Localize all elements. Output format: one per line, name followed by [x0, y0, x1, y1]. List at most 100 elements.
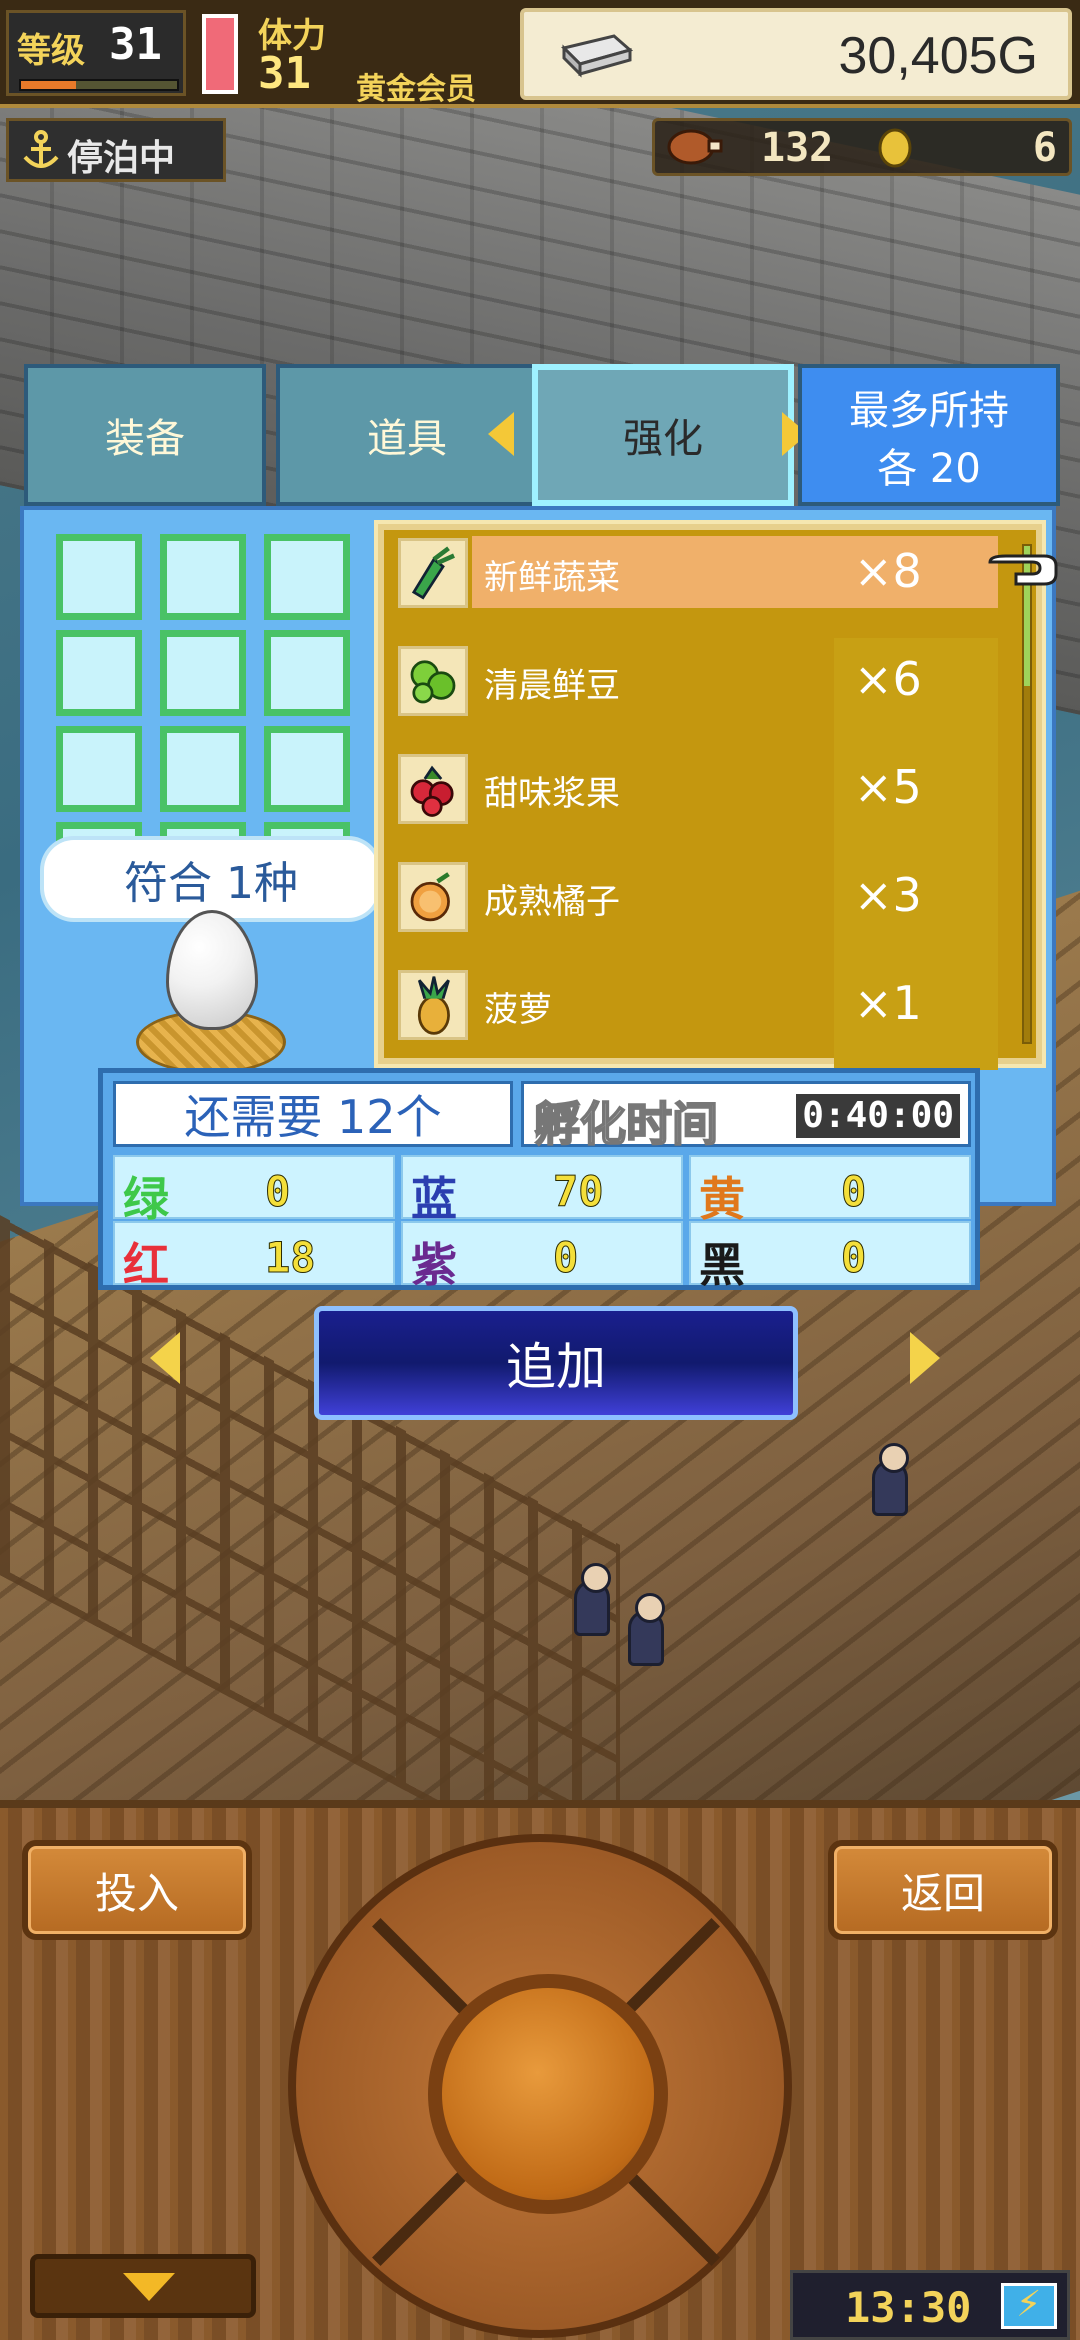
stat-red-label: 红: [123, 1238, 169, 1292]
max-hold-label: 最多所持: [849, 388, 1009, 434]
ingredient-slot[interactable]: [264, 534, 350, 620]
item-row[interactable]: 成熟橘子 ×3: [384, 854, 1024, 962]
gold-panel[interactable]: 30,405G: [520, 8, 1072, 100]
level-box: 等级 31: [6, 10, 186, 96]
ingredient-slot[interactable]: [264, 630, 350, 716]
member-badge: 黄金会员: [356, 72, 476, 107]
anchor-icon: [23, 130, 59, 168]
list-scrollbar[interactable]: [1022, 544, 1032, 1044]
crew-sprite: [574, 1563, 611, 1636]
match-count-bubble: 符合 1种: [44, 840, 378, 918]
item-quantity: ×3: [854, 868, 922, 922]
item-quantity: ×8: [854, 544, 922, 598]
stat-black: 黑 0: [689, 1221, 971, 1292]
xp-fill: [21, 81, 76, 89]
stat-green-value: 0: [264, 1167, 291, 1217]
stat-purple-label: 紫: [411, 1238, 457, 1292]
insert-button[interactable]: 投入: [22, 1840, 252, 1940]
top-hud: 等级 31 体力 31 黄金会员 30,405G: [0, 0, 1080, 108]
back-button[interactable]: 返回: [828, 1840, 1058, 1940]
ingredient-slot-grid: [56, 526, 366, 856]
tab-bar: 装备 道具 强化 最多所持 各 20: [20, 364, 1060, 506]
hatch-time-label: 孵化时间: [533, 1096, 719, 1152]
hand-pointer-icon: [988, 554, 1058, 586]
silver-ingot-icon: [561, 34, 634, 78]
clock-time: 13:30: [845, 2283, 972, 2332]
ingredient-slot[interactable]: [160, 630, 246, 716]
item-quantity: ×6: [854, 652, 922, 706]
item-list: 新鲜蔬菜 ×8 清晨鲜豆 ×6 甜味浆果 ×5 成熟橘子 ×3 菠萝 ×1: [378, 524, 1042, 1070]
clock-display: 13:30: [790, 2270, 1070, 2340]
stat-blue-value: 70: [553, 1167, 605, 1217]
stat-yellow-label: 黄: [699, 1172, 745, 1226]
item-quantity: ×5: [854, 760, 922, 814]
dpad-center-button[interactable]: [428, 1974, 668, 2214]
max-hold-value: 各 20: [877, 446, 981, 492]
item-row[interactable]: 新鲜蔬菜 ×8: [384, 530, 1024, 638]
hatch-time-box: 孵化时间 0:40:00: [521, 1081, 971, 1152]
stamina-value: 31: [258, 48, 311, 99]
stat-red: 红 18: [113, 1221, 395, 1292]
stat-purple: 紫 0: [401, 1221, 683, 1292]
pineapple-icon: [398, 970, 468, 1040]
item-row[interactable]: 清晨鲜豆 ×6: [384, 638, 1024, 746]
orange-icon: [398, 862, 468, 932]
hatch-stats-box: 还需要 12个 孵化时间 0:40:00 绿 0 蓝 70 黄 0 红 18 紫…: [98, 1068, 980, 1292]
stat-yellow-value: 0: [840, 1167, 867, 1217]
xp-bar: [19, 79, 179, 91]
tab-equipment[interactable]: 装备: [24, 364, 266, 506]
add-button[interactable]: 追加: [314, 1306, 798, 1420]
stat-purple-value: 0: [552, 1233, 579, 1283]
stat-green: 绿 0: [113, 1155, 395, 1226]
vegetable-icon: [398, 538, 468, 608]
hatch-time-value: 0:40:00: [796, 1094, 960, 1138]
bean-icon: [398, 646, 468, 716]
stat-blue: 蓝 70: [401, 1155, 683, 1226]
item-row[interactable]: 菠萝 ×1: [384, 962, 1024, 1070]
ingredient-slot[interactable]: [264, 726, 350, 812]
crew-sprite: [628, 1593, 665, 1666]
stat-green-label: 绿: [123, 1172, 169, 1226]
item-quantity: ×1: [854, 976, 922, 1030]
control-pad-area: 投入 返回 13:30: [0, 1800, 1080, 2340]
level-value: 31: [109, 19, 162, 70]
medal-coin-icon: [878, 128, 912, 168]
ingredient-slot[interactable]: [56, 726, 142, 812]
berry-icon: [398, 754, 468, 824]
ingredient-slot[interactable]: [56, 534, 142, 620]
item-name: 清晨鲜豆: [484, 666, 620, 706]
coin-count: 6: [1032, 125, 1057, 171]
dock-status-label: 停泊中: [67, 138, 176, 179]
item-name: 甜味浆果: [484, 774, 620, 814]
battery-charging-icon: [1001, 2283, 1057, 2329]
stat-black-value: 0: [840, 1233, 867, 1283]
stat-black-label: 黑: [699, 1238, 745, 1292]
down-arrow-button[interactable]: [30, 2254, 256, 2318]
egg-icon: [166, 910, 258, 1030]
item-name: 新鲜蔬菜: [484, 558, 620, 598]
ingredient-slot[interactable]: [160, 534, 246, 620]
prev-arrow-icon[interactable]: [150, 1332, 180, 1384]
level-label: 等级: [17, 31, 85, 71]
max-hold-info: 最多所持 各 20: [798, 364, 1060, 506]
tab-enhance[interactable]: 强化: [532, 364, 794, 506]
resource-bar: 132 6: [652, 118, 1072, 176]
egg-in-nest: [136, 910, 286, 1080]
stat-red-value: 18: [265, 1233, 317, 1283]
next-arrow-icon[interactable]: [910, 1332, 940, 1384]
gold-value: 30,405G: [838, 27, 1039, 85]
item-name: 成熟橘子: [484, 882, 620, 922]
dock-status: 停泊中: [6, 118, 226, 182]
tab-prev-arrow-icon[interactable]: [488, 412, 514, 456]
stat-yellow: 黄 0: [689, 1155, 971, 1226]
food-count: 132: [761, 125, 834, 171]
item-row[interactable]: 甜味浆果 ×5: [384, 746, 1024, 854]
meat-icon: [667, 129, 723, 165]
directional-pad[interactable]: [288, 1834, 792, 2338]
needed-count: 还需要 12个: [113, 1081, 513, 1147]
ingredient-slot[interactable]: [56, 630, 142, 716]
stamina-gauge: [202, 14, 238, 94]
item-name: 菠萝: [484, 990, 552, 1030]
sailor-sprite: [872, 1443, 909, 1516]
ingredient-slot[interactable]: [160, 726, 246, 812]
